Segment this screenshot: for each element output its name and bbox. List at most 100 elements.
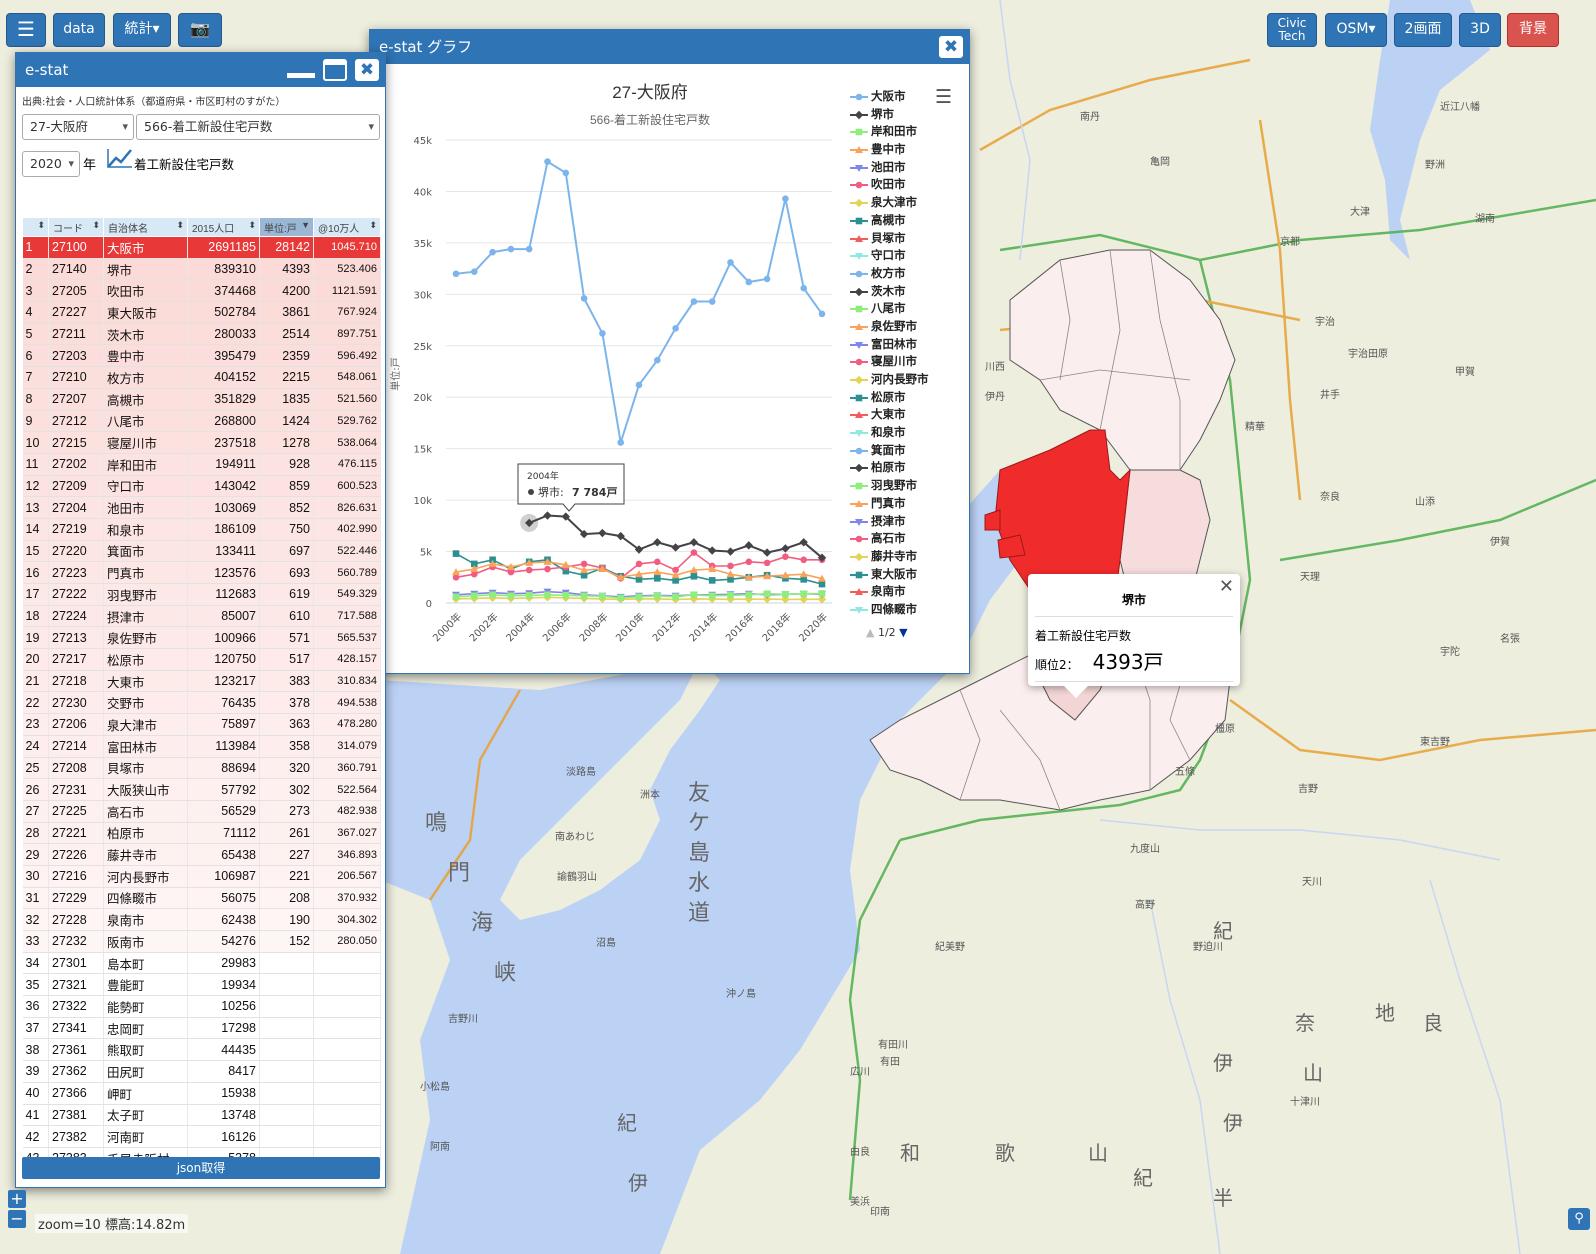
table-row[interactable]: 38 27361 熊取町 44435 [22, 1038, 381, 1062]
3d-button[interactable]: 3D [1459, 13, 1501, 47]
estat-panel-header[interactable]: e-stat ✖ [16, 53, 385, 87]
table-row[interactable]: 5 27211 茨木市 280033 2514 897.751 [22, 323, 381, 346]
table-row[interactable]: 13 27204 池田市 103069 852 826.631 [22, 496, 381, 519]
table-row[interactable]: 4 27227 東大阪市 502784 3861 767.924 [22, 301, 381, 324]
table-row[interactable]: 28 27221 柏原市 71112 261 367.027 [22, 822, 381, 845]
stats-menu-button[interactable]: 統計▾ [113, 13, 171, 47]
series-大阪市[interactable] [452, 158, 826, 446]
pager-up-icon[interactable]: ▲ [866, 626, 874, 639]
popup-close-icon[interactable]: ✕ [1219, 576, 1234, 597]
legend-item[interactable]: 堺市 [850, 106, 929, 124]
osm-menu-button[interactable]: OSM▾ [1325, 13, 1387, 47]
series-堺市[interactable] [525, 511, 827, 562]
legend-item[interactable]: 泉大津市 [850, 194, 929, 212]
legend-item[interactable]: 泉佐野市 [850, 318, 929, 336]
table-row[interactable]: 40 27366 岬町 15938 [22, 1082, 381, 1105]
table-row[interactable]: 16 27223 門真市 123576 693 560.789 [22, 561, 381, 584]
legend-item[interactable]: 茨木市 [850, 283, 929, 301]
legend-item[interactable]: 枚方市 [850, 265, 929, 283]
legend-item[interactable]: 門真市 [850, 495, 929, 513]
legend-item[interactable]: 貝塚市 [850, 230, 929, 248]
column-header[interactable]: @10万人 ⬍ [313, 217, 381, 237]
table-row[interactable]: 41 27381 太子町 13748 [22, 1104, 381, 1127]
table-row[interactable]: 10 27215 寝屋川市 237518 1278 538.064 [22, 431, 381, 454]
menu-button[interactable]: ☰ [6, 13, 46, 47]
split-screen-button[interactable]: 2画面 [1394, 13, 1452, 47]
location-button[interactable]: ⚲ [1568, 1208, 1590, 1230]
table-row[interactable]: 35 27321 豊能町 19934 [22, 973, 381, 997]
civic-tech-button[interactable]: Civic Tech [1267, 13, 1317, 47]
legend-item[interactable]: 柏原市 [850, 459, 929, 477]
close-icon[interactable]: ✖ [939, 36, 963, 58]
json-fetch-button[interactable]: json取得 [22, 1157, 380, 1179]
table-row[interactable]: 21 27218 大東市 123217 383 310.834 [22, 670, 381, 693]
legend-item[interactable]: 羽曳野市 [850, 477, 929, 495]
table-row[interactable]: 8 27207 高槻市 351829 1835 521.560 [22, 388, 381, 411]
table-row[interactable]: 26 27231 大阪狭山市 57792 302 522.564 [22, 778, 381, 801]
table-row[interactable]: 19 27213 泉佐野市 100966 571 565.537 [22, 626, 381, 650]
table-row[interactable]: 2 27140 堺市 839310 4393 523.406 [22, 258, 381, 281]
pager-down-icon[interactable]: ▼ [899, 626, 907, 639]
legend-item[interactable]: 守口市 [850, 247, 929, 265]
table-row[interactable]: 25 27208 貝塚市 88694 320 360.791 [22, 757, 381, 780]
legend-item[interactable]: 富田林市 [850, 336, 929, 354]
table-row[interactable]: 24 27214 富田林市 113984 358 314.079 [22, 735, 381, 758]
legend-item[interactable]: 大阪市 [850, 88, 929, 106]
legend-item[interactable]: 八尾市 [850, 300, 929, 318]
table-row[interactable]: 42 27382 河南町 16126 [22, 1125, 381, 1148]
screenshot-button[interactable]: 📷 [178, 13, 222, 47]
table-row[interactable]: 9 27212 八尾市 268800 1424 529.762 [22, 410, 381, 433]
legend-item[interactable]: 四條畷市 [850, 601, 929, 619]
chart-link-label[interactable]: 着工新設住宅戸数 [134, 154, 234, 173]
table-row[interactable]: 29 27226 藤井寺市 65438 227 346.893 [22, 843, 381, 866]
column-header[interactable]: コード ⬍ [48, 217, 104, 237]
legend-item[interactable]: 高石市 [850, 530, 929, 548]
table-row[interactable]: 23 27206 泉大津市 75897 363 478.280 [22, 713, 381, 736]
legend-item[interactable]: 松原市 [850, 389, 929, 407]
legend-item[interactable]: 河内長野市 [850, 371, 929, 389]
prefecture-select[interactable]: 27-大阪府 [22, 114, 134, 140]
indicator-select[interactable]: 566-着工新設住宅戸数 [136, 114, 380, 140]
legend-item[interactable]: 藤井寺市 [850, 548, 929, 566]
table-row[interactable]: 11 27202 岸和田市 194911 928 476.115 [22, 453, 381, 476]
table-row[interactable]: 17 27222 羽曳野市 112683 619 549.329 [22, 583, 381, 606]
legend-item[interactable]: 東大阪市 [850, 566, 929, 584]
table-row[interactable]: 6 27203 豊中市 395479 2359 596.492 [22, 344, 381, 368]
minimize-icon[interactable] [287, 59, 315, 81]
table-row[interactable]: 32 27228 泉南市 62438 190 304.302 [22, 908, 381, 931]
maximize-icon[interactable] [323, 59, 347, 81]
zoom-out-button[interactable]: − [8, 1210, 26, 1228]
legend-item[interactable]: 岸和田市 [850, 123, 929, 141]
legend-item[interactable]: 寝屋川市 [850, 353, 929, 371]
table-row[interactable]: 30 27216 河内長野市 106987 221 206.567 [22, 865, 381, 888]
legend-item[interactable]: 池田市 [850, 159, 929, 177]
data-button[interactable]: data [53, 13, 105, 47]
legend-item[interactable]: 大東市 [850, 406, 929, 424]
legend-item[interactable]: 箕面市 [850, 442, 929, 460]
table-row[interactable]: 20 27217 松原市 120750 517 428.157 [22, 648, 381, 671]
table-row[interactable]: 15 27220 箕面市 133411 697 522.446 [22, 540, 381, 563]
column-header[interactable]: 自治体名 ⬍ [103, 217, 188, 237]
table-row[interactable]: 7 27210 枚方市 404152 2215 548.061 [22, 366, 381, 389]
chart-icon[interactable] [106, 147, 134, 173]
table-row[interactable]: 37 27341 忠岡町 17298 [22, 1017, 381, 1040]
column-header[interactable]: 単位:戸 ▼ [259, 217, 314, 237]
table-row[interactable]: 18 27224 摂津市 85007 610 717.588 [22, 605, 381, 628]
column-header[interactable]: 2015人口 ⬍ [187, 217, 260, 237]
table-row[interactable]: 39 27362 田尻町 8417 [22, 1060, 381, 1083]
table-row[interactable]: 36 27322 能勢町 10256 [22, 995, 381, 1018]
legend-item[interactable]: 泉南市 [850, 583, 929, 601]
year-select[interactable]: 2020 [22, 151, 80, 177]
legend-item[interactable]: 高槻市 [850, 212, 929, 230]
background-button[interactable]: 背景 [1507, 13, 1559, 47]
chart-menu-button[interactable]: ☰ [935, 86, 952, 108]
table-row[interactable]: 12 27209 守口市 143042 859 600.523 [22, 475, 381, 498]
zoom-in-button[interactable]: + [8, 1190, 26, 1208]
legend-item[interactable]: 摂津市 [850, 513, 929, 531]
table-row[interactable]: 31 27229 四條畷市 56075 208 370.932 [22, 887, 381, 910]
close-icon[interactable]: ✖ [355, 59, 379, 81]
table-row[interactable]: 34 27301 島本町 29983 [22, 952, 381, 975]
table-row[interactable]: 33 27232 阪南市 54276 152 280.050 [22, 930, 381, 953]
legend-item[interactable]: 和泉市 [850, 424, 929, 442]
legend-item[interactable]: 豊中市 [850, 141, 929, 159]
